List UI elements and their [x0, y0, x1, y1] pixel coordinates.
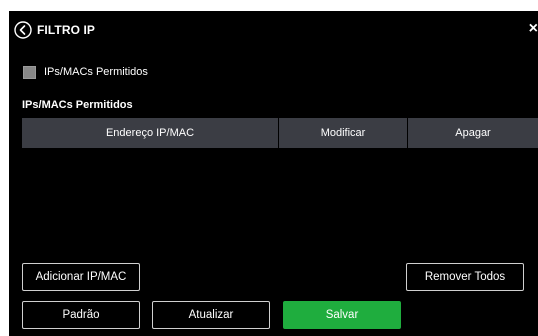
allowed-filter-checkbox[interactable]: [23, 65, 36, 79]
allowed-filter-label: IPs/MACs Permitidos: [44, 66, 148, 78]
table-header: Endereço IP/MAC Modificar Apagar: [22, 118, 538, 148]
column-header-delete: Apagar: [408, 118, 538, 148]
section-title: IPs/MACs Permitidos: [22, 99, 133, 111]
panel-header: FILTRO IP ×: [9, 11, 538, 49]
back-circle-icon[interactable]: [14, 21, 32, 39]
remove-all-button[interactable]: Remover Todos: [406, 263, 524, 291]
default-button[interactable]: Padrão: [22, 301, 140, 329]
refresh-button[interactable]: Atualizar: [152, 301, 270, 329]
allowed-filter-row: IPs/MACs Permitidos: [23, 65, 148, 79]
column-header-modify: Modificar: [279, 118, 408, 148]
table-body: [22, 148, 538, 258]
column-header-address: Endereço IP/MAC: [22, 118, 279, 148]
ip-filter-panel: FILTRO IP × IPs/MACs Permitidos IPs/MACs…: [9, 11, 538, 336]
close-icon[interactable]: ×: [529, 20, 538, 38]
add-ip-mac-button[interactable]: Adicionar IP/MAC: [22, 263, 140, 291]
save-button[interactable]: Salvar: [283, 301, 401, 329]
page-title: FILTRO IP: [37, 23, 96, 37]
